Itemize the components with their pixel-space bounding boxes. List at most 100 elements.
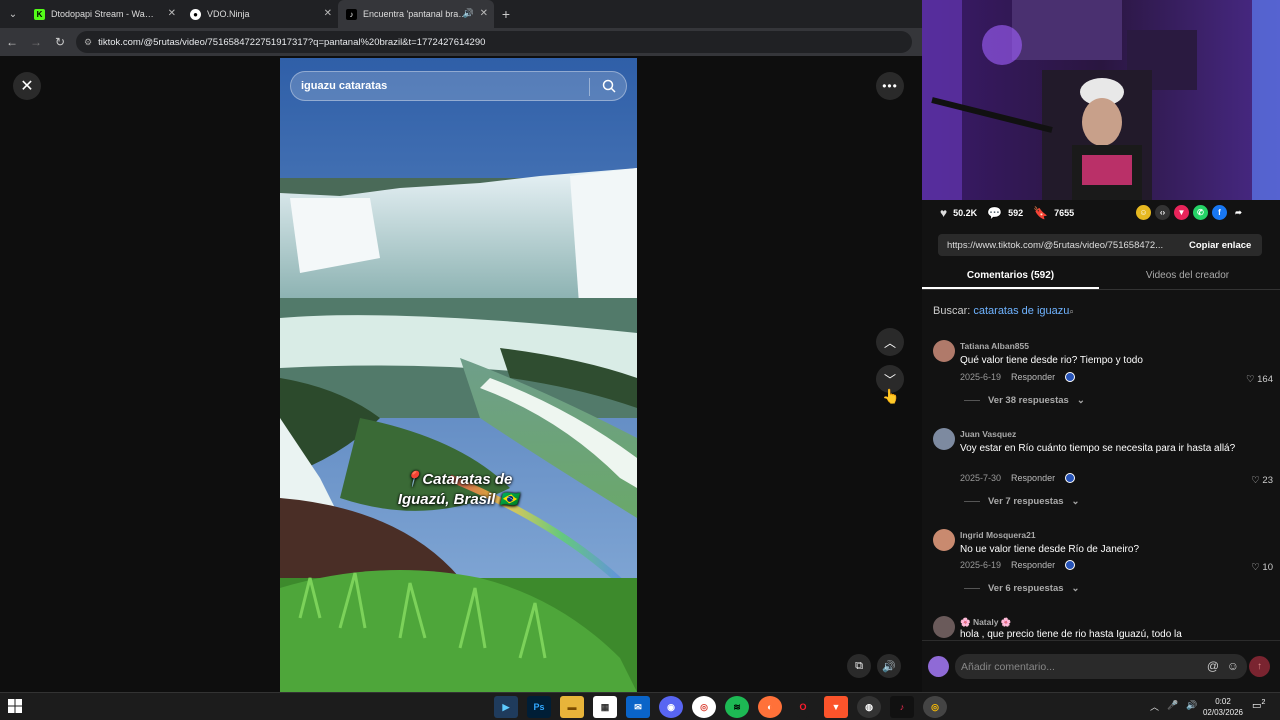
tab-title: Dtodopapi Stream - Watch Live: [51, 9, 156, 19]
comment-date: 2025-6-19: [960, 560, 1002, 570]
search-term-link[interactable]: cataratas de iguazu: [973, 305, 1069, 317]
avatar[interactable]: [933, 529, 955, 551]
avatar[interactable]: [933, 616, 955, 638]
obs-icon[interactable]: ◍: [857, 696, 881, 718]
tab-dtodopapi[interactable]: K Dtodopapi Stream - Watch Live ✕: [26, 0, 182, 28]
address-bar[interactable]: ⚙ tiktok.com/@5rutas/video/7516584722751…: [76, 31, 912, 53]
flag-icon: [1065, 473, 1076, 483]
view-replies-button[interactable]: Ver 7 respuestas ⌄: [964, 496, 1080, 507]
whatsapp-icon[interactable]: ✆: [1193, 205, 1208, 220]
back-arrow-icon[interactable]: ←: [0, 28, 24, 56]
video-viewer: ✕ ••• iguazu cataratas 📍Cataratas de Igu…: [0, 56, 922, 692]
add-comment-input[interactable]: Añadir comentario... @ ☺: [955, 654, 1247, 679]
system-tray: ︿ 🎤 🔊: [1150, 700, 1197, 713]
discord-icon[interactable]: ◉: [659, 696, 683, 718]
coin-icon[interactable]: ☺: [1136, 205, 1151, 220]
tab-creator-videos[interactable]: Videos del creador: [1099, 264, 1276, 289]
mail-icon[interactable]: ✉: [626, 696, 650, 718]
tab-vdo-ninja[interactable]: ● VDO.Ninja ✕: [182, 0, 338, 28]
share-icon[interactable]: ➦: [1231, 205, 1246, 220]
microphone-icon[interactable]: 🎤: [1167, 700, 1178, 713]
tiktok-icon[interactable]: ♪: [890, 696, 914, 718]
calculator-icon[interactable]: ▦: [593, 696, 617, 718]
avatar[interactable]: [933, 428, 955, 450]
video-search-input[interactable]: iguazu cataratas: [290, 71, 627, 101]
comment-button[interactable]: 💬 592: [987, 206, 1023, 220]
tab-tiktok[interactable]: ♪ Encuentra 'pantanal brazil' 🔊 ✕: [338, 0, 494, 28]
add-comment-bar: Añadir comentario... @ ☺ ↑: [922, 640, 1280, 692]
embed-icon[interactable]: ‹›: [1155, 205, 1170, 220]
notification-icon[interactable]: ▭2: [1252, 699, 1265, 711]
chrome-active-icon[interactable]: ◎: [923, 696, 947, 718]
comment-meta: 2025-6-19 Responder: [960, 560, 1076, 570]
hand-cursor-icon: 👆: [882, 388, 900, 404]
vdo-ninja-favicon-icon: ●: [190, 8, 201, 20]
comment-username[interactable]: Juan Vasquez: [960, 429, 1016, 439]
view-replies-label: Ver 6 respuestas: [988, 583, 1064, 594]
avatar[interactable]: [933, 340, 955, 362]
facebook-icon[interactable]: f: [1212, 205, 1227, 220]
bookmark-button[interactable]: 🔖 7655: [1033, 206, 1074, 220]
send-comment-button[interactable]: ↑: [1249, 656, 1270, 677]
file-explorer-icon[interactable]: ▬: [560, 696, 584, 718]
reply-button[interactable]: Responder: [1011, 560, 1055, 570]
comment-like-count: 10: [1262, 562, 1273, 573]
tab-close-icon[interactable]: ✕: [480, 8, 488, 19]
tab-search-menu-icon[interactable]: ⌄: [0, 0, 26, 28]
taskbar-apps: ▶ Ps ▬ ▦ ✉ ◉ ◎ ≋ ◐ O ▼ ◍ ♪ ◎: [494, 696, 947, 718]
reply-button[interactable]: Responder: [1011, 372, 1055, 382]
spotify-icon[interactable]: ≋: [725, 696, 749, 718]
comment-username[interactable]: Tatiana Alban855: [960, 341, 1029, 351]
kick-favicon-icon: K: [34, 8, 45, 20]
chevron-up-icon[interactable]: ︿: [876, 328, 904, 356]
close-icon[interactable]: ✕: [13, 72, 41, 100]
photoshop-icon[interactable]: Ps: [527, 696, 551, 718]
tab-audio-icon[interactable]: 🔊: [463, 8, 474, 19]
video-link-row: https://www.tiktok.com/@5rutas/video/751…: [938, 234, 1262, 256]
comment-like-button[interactable]: ♡ 10: [1251, 562, 1273, 573]
tab-close-icon[interactable]: ✕: [168, 8, 176, 19]
emoji-icon[interactable]: ☺: [1227, 659, 1239, 673]
windows-start-icon[interactable]: [8, 699, 22, 713]
comment-like-button[interactable]: ♡ 23: [1251, 475, 1273, 486]
site-info-icon[interactable]: ⚙: [84, 37, 92, 48]
app-icon[interactable]: ▶: [494, 696, 518, 718]
video-player[interactable]: [280, 58, 637, 692]
comment-text: No ue valor tiene desde Río de Janeiro?: [960, 544, 1140, 555]
new-tab-button[interactable]: +: [494, 6, 518, 22]
divider: [964, 588, 980, 589]
chevron-down-icon: ⌄: [1071, 583, 1080, 594]
reload-icon[interactable]: ↻: [48, 28, 72, 56]
comment-username[interactable]: 🌸 Nataly 🌸: [960, 617, 1011, 628]
copy-link-button[interactable]: Copiar enlace: [1189, 240, 1251, 251]
volume-icon[interactable]: 🔊: [877, 654, 901, 678]
caption-line1: Cataratas de: [422, 471, 513, 488]
comment-like-button[interactable]: ♡ 164: [1246, 374, 1273, 385]
chrome-icon[interactable]: ◎: [692, 696, 716, 718]
view-replies-button[interactable]: Ver 6 respuestas ⌄: [964, 583, 1080, 594]
tab-comments[interactable]: Comentarios (592): [922, 264, 1099, 289]
search-icon[interactable]: [602, 79, 616, 93]
view-replies-button[interactable]: Ver 38 respuestas ⌄: [964, 395, 1085, 406]
reply-button[interactable]: Responder: [1011, 473, 1055, 483]
url-text: tiktok.com/@5rutas/video/751658472275191…: [98, 36, 486, 48]
chevron-up-icon[interactable]: ︿: [1150, 700, 1159, 713]
comment-search-suggestion[interactable]: Buscar: cataratas de iguazu⌕: [933, 305, 1074, 317]
clock-time: 0:02: [1215, 697, 1231, 706]
floating-player-icon[interactable]: ⧉: [847, 654, 871, 678]
comment-username[interactable]: Ingrid Mosquera21: [960, 530, 1036, 540]
brave-icon[interactable]: ▼: [824, 696, 848, 718]
volume-icon[interactable]: 🔊: [1186, 700, 1197, 713]
like-button[interactable]: ♥ 50.2K: [940, 206, 977, 220]
add-comment-placeholder: Añadir comentario...: [961, 660, 1055, 673]
mention-icon[interactable]: @: [1207, 659, 1219, 673]
comment-meta: 2025-7-30 Responder: [960, 473, 1076, 483]
clock-date: 02/03/2026: [1202, 708, 1244, 717]
forward-arrow-icon[interactable]: →: [24, 28, 48, 56]
opera-icon[interactable]: O: [791, 696, 815, 718]
taskbar-clock[interactable]: 0:02 02/03/2026: [1200, 696, 1246, 718]
firefox-icon[interactable]: ◐: [758, 696, 782, 718]
send-icon[interactable]: ▼: [1174, 205, 1189, 220]
tab-close-icon[interactable]: ✕: [324, 8, 332, 19]
more-icon[interactable]: •••: [876, 72, 904, 100]
